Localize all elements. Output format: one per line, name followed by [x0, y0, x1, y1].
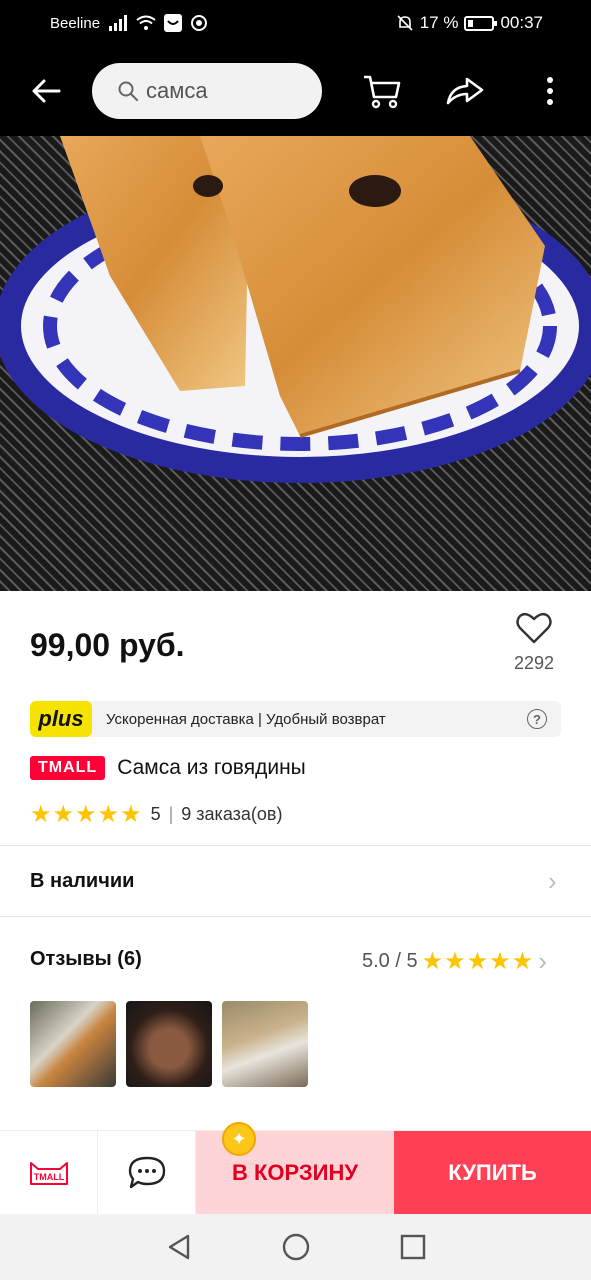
coin-icon[interactable]: ✦ [222, 1122, 256, 1156]
chevron-right-icon: › [538, 946, 547, 976]
share-button[interactable] [435, 61, 495, 121]
system-nav-bar [0, 1214, 591, 1280]
status-bar: Beeline 17 % 00:37 [0, 0, 591, 46]
review-photo[interactable] [30, 1001, 116, 1087]
reviews-score-value: 5.0 / 5 [362, 950, 418, 972]
product-price: 99,00 руб. [30, 627, 185, 663]
favorites-count: 2292 [513, 653, 555, 673]
nav-back-icon[interactable] [166, 1233, 192, 1261]
action-bar: TMALL В КОРЗИНУ КУПИТЬ [0, 1130, 591, 1215]
rating-value: 5 [150, 804, 161, 824]
buy-now-button[interactable]: КУПИТЬ [394, 1131, 591, 1215]
share-icon [446, 77, 484, 105]
more-button[interactable] [520, 61, 580, 121]
wifi-icon [136, 15, 156, 30]
availability-label[interactable]: В наличии [30, 870, 134, 893]
product-title-row: TMALL Самса из говядины [30, 756, 306, 780]
samsa-photo [0, 136, 591, 483]
product-title: Самса из говядины [117, 756, 306, 779]
battery-icon [464, 15, 498, 31]
search-icon [118, 81, 138, 101]
rating-separator: | [168, 804, 174, 824]
rating-row: ★★★★★ 5 | 9 заказа(ов) [30, 800, 282, 829]
nav-home-icon[interactable] [282, 1233, 310, 1261]
plus-banner[interactable]: plus Ускоренная доставка | Удобный возвр… [30, 701, 561, 737]
chat-icon [128, 1156, 165, 1189]
divider [0, 916, 591, 917]
tmall-badge: TMALL [30, 756, 106, 780]
review-photo[interactable] [222, 1001, 308, 1087]
top-bar: самса [0, 46, 591, 136]
clock: 00:37 [500, 13, 543, 32]
carrier-name: Beeline [50, 14, 101, 32]
cart-button[interactable] [352, 61, 412, 121]
cart-icon [364, 75, 401, 109]
favorite-button[interactable]: 2292 [505, 612, 563, 674]
search-query: самса [146, 78, 208, 103]
review-photos [30, 1001, 308, 1087]
tmall-store-icon: TMALL [29, 1162, 68, 1185]
arrow-left-icon [32, 79, 61, 103]
review-photo[interactable] [126, 1001, 212, 1087]
reviews-score[interactable]: 5.0 / 5 ★★★★★ › [362, 946, 547, 977]
divider [0, 845, 591, 846]
chat-button[interactable] [98, 1131, 196, 1215]
more-vertical-icon [547, 77, 553, 105]
help-icon[interactable]: ? [527, 709, 547, 729]
nav-recents-icon[interactable] [400, 1234, 426, 1260]
search-input[interactable]: самса [92, 63, 322, 119]
signal-icon [109, 15, 128, 31]
target-icon [191, 15, 208, 31]
reviews-stars: ★★★★★ [421, 948, 535, 975]
store-button[interactable]: TMALL [0, 1131, 98, 1215]
plus-badge: plus [30, 701, 92, 737]
rating-stars: ★★★★★ [30, 801, 143, 828]
battery-percent: 17 % [419, 13, 459, 32]
orders-count: 9 заказа(ов) [181, 804, 283, 824]
store-icon-label: TMALL [33, 1172, 64, 1182]
chevron-right-icon[interactable]: › [548, 866, 557, 897]
notification-icon [164, 14, 183, 32]
heart-icon [516, 612, 552, 644]
reviews-title[interactable]: Отзывы (6) [30, 948, 142, 971]
product-image[interactable] [0, 136, 591, 591]
plus-benefits-text: Ускоренная доставка | Удобный возврат [106, 710, 386, 728]
back-button[interactable] [16, 61, 76, 121]
mute-bell-icon [397, 15, 413, 31]
